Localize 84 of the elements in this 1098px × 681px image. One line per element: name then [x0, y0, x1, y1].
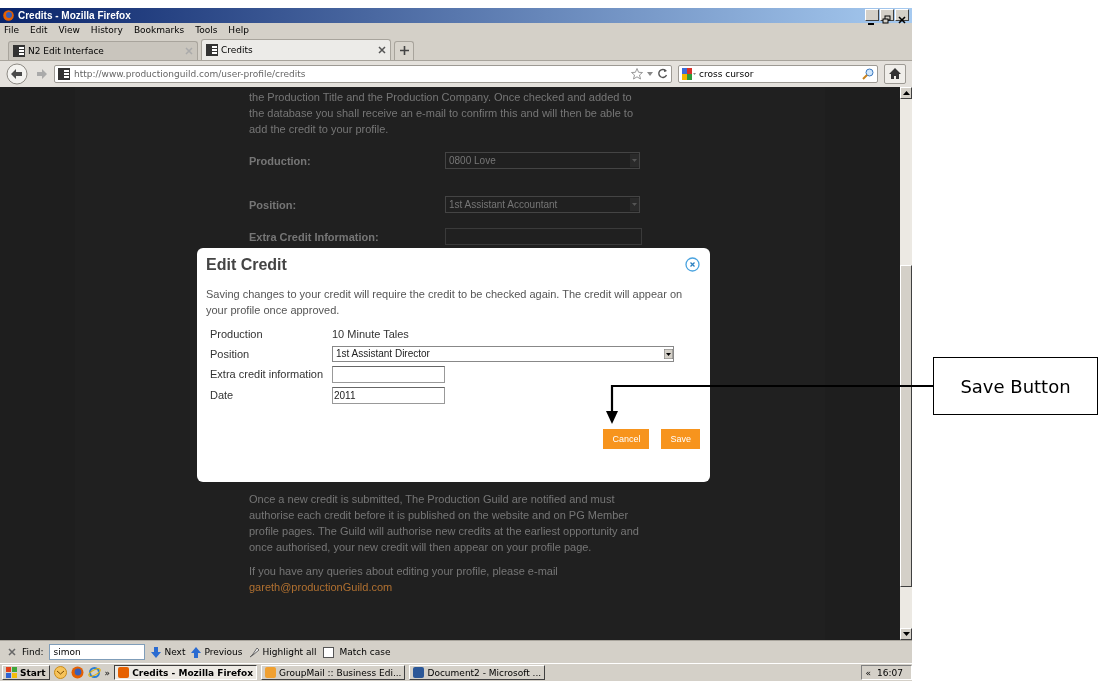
form-label: Extra credit information [210, 366, 325, 382]
reload-icon[interactable] [657, 68, 668, 80]
callout-label: Save Button [933, 357, 1098, 415]
start-button[interactable]: Start [2, 665, 50, 681]
page-icon [206, 43, 218, 56]
app-icon [413, 667, 425, 679]
page-icon [13, 44, 25, 57]
dialog-title: Edit Credit [206, 255, 287, 274]
match-case-checkbox[interactable] [322, 646, 334, 658]
plus-icon [399, 46, 409, 56]
match-case-label: Match case [339, 647, 391, 658]
browser-tab[interactable]: Credits [201, 38, 391, 60]
select-field[interactable]: 1st Assistant Accountant [445, 196, 640, 214]
close-icon[interactable] [8, 648, 16, 657]
highlight-all-button[interactable]: Highlight all [248, 646, 317, 658]
up-arrow-icon [902, 90, 910, 95]
page-icon [58, 67, 70, 80]
search-icon[interactable] [862, 67, 874, 80]
email-link[interactable]: gareth@productionGuild.com [249, 580, 393, 593]
intro-paragraph: the Production Title and the Production Company. Once checked and added to the database you shall receive an e-mail to confirm this and will then be able to add the credit to your profile. [249, 89, 634, 137]
scrollbar-thumb[interactable] [900, 264, 912, 587]
close-icon [896, 15, 908, 26]
menu-item[interactable]: Help [228, 24, 249, 35]
menu-item[interactable]: File [4, 24, 20, 35]
input-field[interactable] [332, 365, 445, 383]
highlighter-icon [248, 646, 260, 658]
dialog-message: Saving changes to your credit will require the credit to be checked again. The credit will appear on your profile once approved. [206, 286, 684, 318]
previous-button[interactable]: Previous [191, 646, 243, 658]
field-label: Production: [249, 153, 312, 169]
field-label: Extra Credit Information: [249, 229, 380, 245]
internet-explorer-icon[interactable] [87, 666, 101, 680]
find-field[interactable]: simon [49, 644, 146, 661]
form-label: Position [210, 346, 251, 362]
windows-logo-icon [6, 667, 18, 679]
down-arrow-icon [902, 632, 910, 637]
close-icon[interactable] [685, 257, 700, 273]
app-icon [118, 667, 130, 679]
contact-paragraph: If you have any queries about editing your profile, please e-mail gareth@productionGuild.com [249, 563, 559, 595]
menu-item[interactable]: History [90, 24, 123, 35]
taskbar-button[interactable]: Credits - Mozilla Firefox [114, 665, 257, 681]
input-field[interactable]: 2011 [332, 386, 445, 404]
production-value: 10 Minute Tales [332, 326, 410, 342]
search-engine-icon[interactable] [682, 67, 696, 80]
scroll-down-button[interactable] [900, 628, 912, 641]
field-label: Position: [249, 197, 298, 213]
address-bar[interactable]: http://www.productionguild.com/user-profile/credits [54, 64, 672, 83]
search-field[interactable]: cross cursor [678, 64, 878, 83]
home-icon [889, 68, 901, 80]
overflow-chevron[interactable]: » [104, 667, 111, 678]
firefox-icon[interactable] [70, 666, 84, 680]
minimize-button[interactable] [865, 9, 879, 22]
home-button[interactable] [884, 63, 906, 84]
taskbar-button[interactable]: Document2 - Microsoft ... [409, 665, 546, 681]
taskbar-button[interactable]: GroupMail :: Business Edi... [261, 665, 406, 681]
caret-icon[interactable] [647, 71, 653, 76]
restore-icon [881, 15, 893, 26]
menu-item[interactable]: Bookmarks [133, 24, 185, 35]
clock: 16:07 [877, 667, 903, 678]
app-icon [265, 667, 276, 679]
tab-close-icon[interactable] [378, 45, 386, 54]
up-arrow-icon [191, 646, 202, 658]
star-icon[interactable] [631, 67, 643, 80]
mail-icon[interactable] [53, 666, 67, 680]
back-icon[interactable] [6, 62, 30, 85]
menu-item[interactable]: View [58, 24, 80, 35]
window-title: Credits - Mozilla Firefox [18, 10, 132, 21]
menu-item[interactable]: Tools [195, 24, 218, 35]
firefox-logo-icon [3, 10, 14, 21]
input-field[interactable] [445, 228, 642, 246]
browser-tab[interactable]: N2 Edit Interface [8, 40, 198, 60]
position-select[interactable]: 1st Assistant Director [332, 345, 674, 362]
form-label: Production [210, 326, 264, 342]
down-arrow-icon [151, 646, 162, 658]
find-label: Find: [22, 647, 44, 658]
form-label: Date [210, 387, 235, 403]
select-field[interactable]: 0800 Love [445, 152, 640, 170]
menu-item[interactable]: Edit [30, 24, 48, 35]
next-button[interactable]: Next [151, 646, 186, 658]
close-button[interactable] [895, 9, 909, 22]
notice-paragraph: Once a new credit is submitted, The Production Guild are notified and must authorise each credit before it is published on the website and on PG Member profile pages. The Guild will authorise new credits at the earliest opportunity and once authorised, your new credit will then appear on your profile page. [249, 491, 640, 555]
restore-button[interactable] [880, 9, 894, 22]
tray-chevron[interactable]: « [865, 667, 872, 678]
new-tab-button[interactable] [394, 40, 414, 60]
dropdown-arrow-icon[interactable] [664, 348, 673, 359]
